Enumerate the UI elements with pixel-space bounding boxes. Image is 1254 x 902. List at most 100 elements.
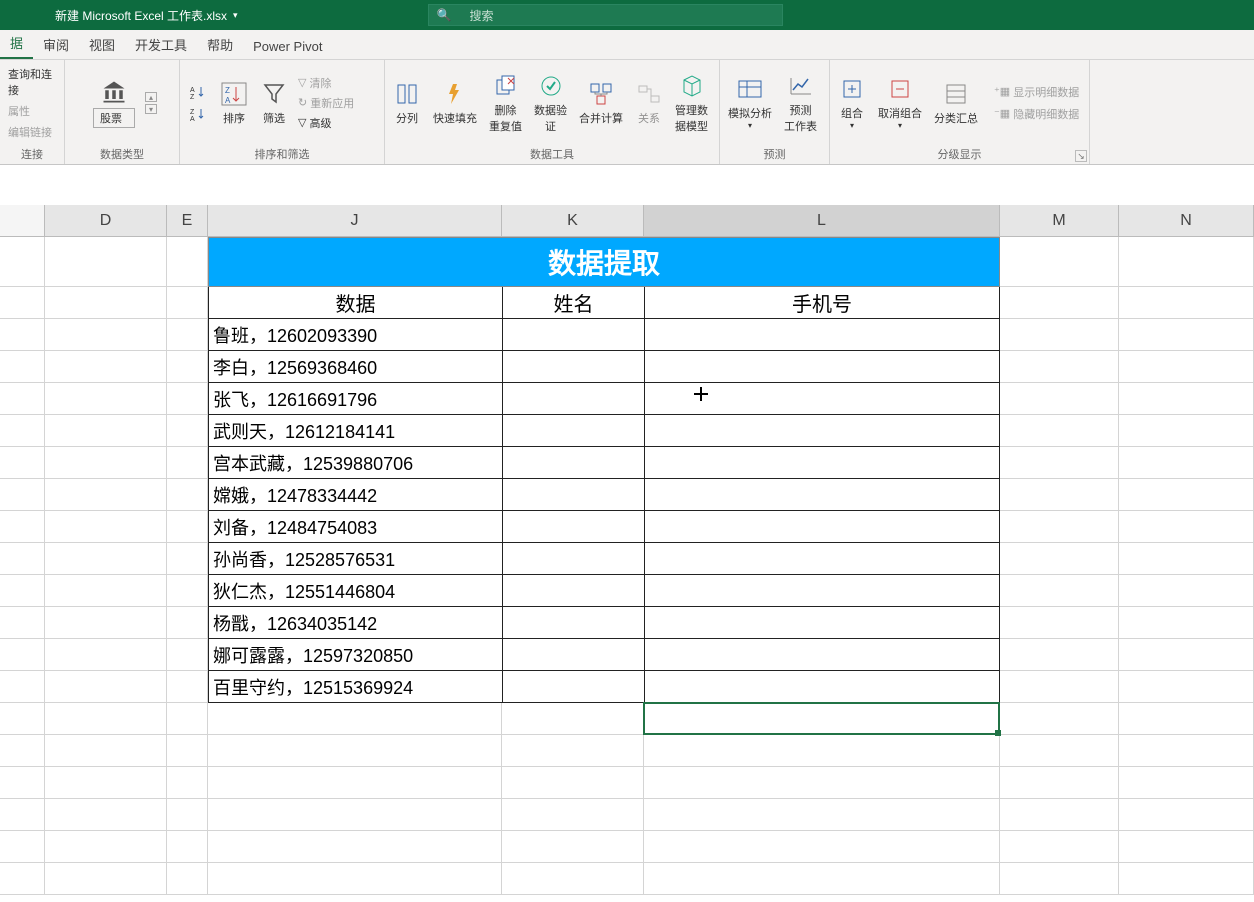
cell[interactable] bbox=[208, 703, 502, 735]
cell[interactable] bbox=[1119, 351, 1254, 383]
cell[interactable] bbox=[644, 767, 1000, 799]
queries-connections-button[interactable]: 查询和连接 bbox=[4, 65, 62, 99]
tab-view[interactable]: 视图 bbox=[79, 29, 125, 59]
col-header-d[interactable]: D bbox=[45, 205, 167, 236]
file-dropdown-icon[interactable]: ▾ bbox=[233, 10, 238, 21]
cell[interactable] bbox=[502, 319, 644, 351]
subtotal-button[interactable]: 分类汇总 bbox=[928, 78, 984, 128]
cell[interactable] bbox=[167, 383, 208, 415]
cell[interactable]: 孙尚香，12528576531 bbox=[208, 543, 502, 575]
cell[interactable]: 娜可露露，12597320850 bbox=[208, 639, 502, 671]
cell[interactable] bbox=[208, 735, 502, 767]
ungroup-button[interactable]: 取消组合▾ bbox=[872, 73, 928, 132]
cell[interactable] bbox=[167, 767, 208, 799]
cell[interactable] bbox=[502, 607, 644, 639]
cell[interactable] bbox=[644, 511, 1000, 543]
tab-developer[interactable]: 开发工具 bbox=[125, 29, 197, 59]
cell[interactable] bbox=[1119, 767, 1254, 799]
cell[interactable] bbox=[1000, 351, 1119, 383]
cell[interactable] bbox=[1119, 671, 1254, 703]
cell[interactable] bbox=[1000, 671, 1119, 703]
cell[interactable] bbox=[1119, 863, 1254, 895]
cell[interactable] bbox=[45, 237, 167, 287]
cell[interactable] bbox=[0, 767, 45, 799]
cell[interactable] bbox=[644, 415, 1000, 447]
cell[interactable] bbox=[1000, 447, 1119, 479]
cell[interactable]: 鲁班，12602093390 bbox=[208, 319, 502, 351]
cell[interactable]: 张飞，12616691796 bbox=[208, 383, 502, 415]
whatif-button[interactable]: 模拟分析▾ bbox=[722, 73, 778, 132]
cell[interactable] bbox=[167, 671, 208, 703]
cell[interactable] bbox=[167, 237, 208, 287]
filter-button[interactable]: 筛选 bbox=[254, 78, 294, 128]
cell[interactable] bbox=[644, 607, 1000, 639]
cell[interactable] bbox=[0, 415, 45, 447]
col-header[interactable] bbox=[0, 205, 45, 236]
group-button[interactable]: 组合▾ bbox=[832, 73, 872, 132]
cell[interactable] bbox=[1000, 607, 1119, 639]
cell[interactable] bbox=[167, 863, 208, 895]
cell[interactable] bbox=[1000, 287, 1119, 319]
cell[interactable]: 刘备，12484754083 bbox=[208, 511, 502, 543]
cell[interactable] bbox=[1119, 287, 1254, 319]
cell[interactable] bbox=[1119, 831, 1254, 863]
cell[interactable] bbox=[1119, 735, 1254, 767]
cell[interactable] bbox=[0, 831, 45, 863]
cell[interactable] bbox=[45, 671, 167, 703]
sort-asc-button[interactable]: AZ bbox=[186, 84, 210, 100]
col-header-k[interactable]: K bbox=[502, 205, 644, 236]
cell[interactable] bbox=[167, 831, 208, 863]
sort-button[interactable]: ZA 排序 bbox=[214, 78, 254, 128]
cell[interactable]: 宫本武藏，12539880706 bbox=[208, 447, 502, 479]
cell[interactable] bbox=[167, 319, 208, 351]
sort-desc-button[interactable]: ZA bbox=[186, 106, 210, 122]
cell[interactable] bbox=[1000, 415, 1119, 447]
cell[interactable] bbox=[1119, 543, 1254, 575]
cell[interactable] bbox=[502, 479, 644, 511]
cell[interactable] bbox=[167, 639, 208, 671]
consolidate-button[interactable]: 合并计算 bbox=[573, 78, 629, 128]
cell[interactable] bbox=[1119, 415, 1254, 447]
cell[interactable] bbox=[0, 799, 45, 831]
cell[interactable] bbox=[0, 863, 45, 895]
cell[interactable] bbox=[644, 479, 1000, 511]
cell[interactable] bbox=[45, 863, 167, 895]
cell[interactable] bbox=[1119, 479, 1254, 511]
cell[interactable] bbox=[0, 671, 45, 703]
cell[interactable] bbox=[167, 703, 208, 735]
remove-duplicates-button[interactable]: 删除 重复值 bbox=[483, 70, 528, 136]
cell[interactable] bbox=[644, 831, 1000, 863]
cell[interactable] bbox=[1119, 319, 1254, 351]
cell[interactable] bbox=[167, 543, 208, 575]
cell[interactable] bbox=[45, 479, 167, 511]
cell[interactable] bbox=[1119, 799, 1254, 831]
stocks-datatype-button[interactable]: 股票 bbox=[87, 76, 141, 130]
cell[interactable] bbox=[644, 735, 1000, 767]
cell[interactable] bbox=[1000, 639, 1119, 671]
cell[interactable] bbox=[502, 831, 644, 863]
cell[interactable] bbox=[45, 575, 167, 607]
cell[interactable] bbox=[1000, 767, 1119, 799]
forecast-sheet-button[interactable]: 预测 工作表 bbox=[778, 70, 823, 136]
cell[interactable]: 杨戬，12634035142 bbox=[208, 607, 502, 639]
cell[interactable]: 数据 bbox=[208, 287, 502, 319]
cell[interactable] bbox=[45, 607, 167, 639]
cell[interactable] bbox=[1000, 575, 1119, 607]
cell[interactable] bbox=[644, 319, 1000, 351]
cell[interactable] bbox=[0, 607, 45, 639]
col-header-l[interactable]: L bbox=[644, 205, 1000, 236]
cell[interactable] bbox=[167, 735, 208, 767]
cell[interactable] bbox=[0, 479, 45, 511]
cell[interactable] bbox=[1119, 447, 1254, 479]
cell[interactable] bbox=[644, 639, 1000, 671]
cell[interactable] bbox=[1000, 319, 1119, 351]
cell[interactable] bbox=[1119, 703, 1254, 735]
cell[interactable]: 百里守约，12515369924 bbox=[208, 671, 502, 703]
cell[interactable] bbox=[644, 863, 1000, 895]
cell[interactable] bbox=[1119, 639, 1254, 671]
cell[interactable] bbox=[1000, 479, 1119, 511]
cell[interactable] bbox=[45, 351, 167, 383]
cell[interactable] bbox=[45, 543, 167, 575]
cell[interactable] bbox=[45, 383, 167, 415]
cell[interactable]: 武则天，12612184141 bbox=[208, 415, 502, 447]
